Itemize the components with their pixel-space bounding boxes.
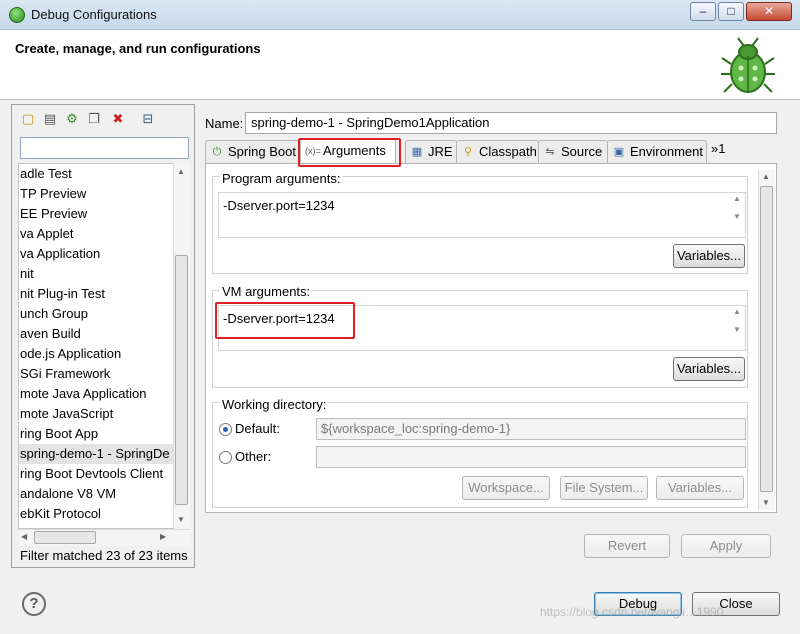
list-item[interactable]: TP Preview xyxy=(19,184,86,204)
classpath-icon: ⚲ xyxy=(463,146,473,158)
scroll-up-icon[interactable]: ▲ xyxy=(177,167,185,176)
delete-icon[interactable]: ✖ xyxy=(110,111,126,127)
spring-boot-icon: ⏻ xyxy=(212,146,222,158)
filter-input[interactable] xyxy=(20,137,189,159)
tab-environment[interactable]: ▣ Environment xyxy=(607,140,707,164)
list-item[interactable]: ring Boot App xyxy=(19,424,98,444)
other-radio[interactable] xyxy=(219,451,232,464)
tab-spring-boot[interactable]: ⏻ Spring Boot xyxy=(205,140,301,164)
name-field[interactable]: spring-demo-1 - SpringDemo1Application xyxy=(245,112,777,134)
scroll-up-icon[interactable]: ▲ xyxy=(762,172,770,181)
help-icon[interactable]: ? xyxy=(22,592,46,616)
program-arguments-scrollbar[interactable]: ▲ ▼ xyxy=(730,194,744,236)
scroll-left-icon[interactable]: ◀ xyxy=(21,532,27,541)
filter-status: Filter matched 23 of 23 items xyxy=(20,548,188,563)
working-directory-label: Working directory: xyxy=(220,397,329,412)
tab-label: Source xyxy=(561,144,603,159)
tab-classpath[interactable]: ⚲ Classpath xyxy=(456,140,539,164)
list-item[interactable]: ring Boot Devtools Client xyxy=(19,464,163,484)
configuration-list: adle Test TP Preview EE Preview va Apple… xyxy=(18,163,190,529)
other-label: Other: xyxy=(235,449,272,464)
tab-label: Spring Boot xyxy=(228,144,296,159)
default-directory-field: ${workspace_loc:spring-demo-1} xyxy=(316,418,746,440)
apply-button[interactable]: Apply xyxy=(681,534,771,558)
name-label: Name: xyxy=(205,116,244,131)
vm-arguments-highlight xyxy=(215,302,355,339)
arguments-tab-highlight xyxy=(298,138,401,167)
list-item[interactable]: va Applet xyxy=(19,224,74,244)
vm-variables-button[interactable]: Variables... xyxy=(673,357,745,381)
default-label: Default: xyxy=(235,421,280,436)
list-item[interactable]: ode.js Application xyxy=(19,344,121,364)
jre-icon: ▦ xyxy=(411,146,423,158)
more-tabs-button[interactable]: »1 xyxy=(711,141,725,156)
new-configuration-icon[interactable]: ▢ xyxy=(20,111,36,127)
minimize-button[interactable]: – xyxy=(690,2,716,21)
program-variables-button[interactable]: Variables... xyxy=(673,244,745,268)
close-window-button[interactable]: ✕ xyxy=(746,2,792,21)
workspace-button[interactable]: Workspace... xyxy=(462,476,550,500)
list-item[interactable]: mote JavaScript xyxy=(19,404,113,424)
vm-arguments-label: VM arguments: xyxy=(220,284,313,299)
list-hscroll-thumb[interactable] xyxy=(34,531,96,544)
list-item[interactable]: unch Group xyxy=(19,304,88,324)
configuration-tree-panel: ▢ ▤ ⚙ ❐ ✖ ⊟ adle Test TP Preview EE Prev… xyxy=(11,104,195,568)
tab-label: JRE xyxy=(428,144,453,159)
tab-label: Environment xyxy=(630,144,703,159)
new-prototype-icon[interactable]: ▤ xyxy=(42,111,58,127)
source-icon: ⇋ xyxy=(545,146,555,158)
program-arguments-label: Program arguments: xyxy=(220,171,343,186)
title-bar: Debug Configurations – □ ✕ xyxy=(0,0,800,30)
eclipse-debug-icon xyxy=(9,7,25,23)
list-item[interactable]: nit xyxy=(19,264,34,284)
file-system-button[interactable]: File System... xyxy=(560,476,648,500)
export-icon[interactable]: ⚙ xyxy=(64,111,80,127)
list-item[interactable]: va Application xyxy=(19,244,100,264)
list-item[interactable]: EE Preview xyxy=(19,204,87,224)
watermark: https://blog.csdn.net/wangli…1990 xyxy=(540,605,724,619)
other-directory-field[interactable] xyxy=(316,446,746,468)
duplicate-icon[interactable]: ❐ xyxy=(86,111,102,127)
list-item[interactable]: ebKit Protocol xyxy=(19,504,101,524)
program-arguments-value: -Dserver.port=1234 xyxy=(223,198,335,213)
list-item[interactable]: nit Plug-in Test xyxy=(19,284,105,304)
dialog-header: Create, manage, and run configurations xyxy=(0,30,800,100)
window-title: Debug Configurations xyxy=(31,7,157,22)
scroll-right-icon[interactable]: ▶ xyxy=(160,532,166,541)
list-item-selected[interactable]: spring-demo-1 - SpringDe xyxy=(19,444,174,464)
revert-button[interactable]: Revert xyxy=(584,534,670,558)
program-arguments-textarea[interactable]: -Dserver.port=1234 xyxy=(218,192,746,238)
scroll-down-icon[interactable]: ▼ xyxy=(762,498,770,507)
collapse-all-icon[interactable]: ⊟ xyxy=(140,111,156,127)
list-item[interactable]: mote Java Application xyxy=(19,384,146,404)
list-item[interactable]: SGi Framework xyxy=(19,364,110,384)
variables-disabled-button[interactable]: Variables... xyxy=(656,476,744,500)
default-radio[interactable] xyxy=(219,423,232,436)
tab-label: Classpath xyxy=(479,144,537,159)
tab-content-scroll-thumb[interactable] xyxy=(760,186,773,492)
tab-jre[interactable]: ▦ JRE xyxy=(405,140,457,164)
list-scroll-thumb[interactable] xyxy=(175,255,188,505)
maximize-button[interactable]: □ xyxy=(718,2,744,21)
list-item[interactable]: aven Build xyxy=(19,324,81,344)
tab-source[interactable]: ⇋ Source xyxy=(538,140,608,164)
list-item[interactable]: andalone V8 VM xyxy=(19,484,116,504)
vm-arguments-scrollbar[interactable]: ▲ ▼ xyxy=(730,307,744,349)
dialog-heading: Create, manage, and run configurations xyxy=(15,41,261,56)
debug-bug-icon xyxy=(721,37,775,93)
list-item[interactable]: adle Test xyxy=(19,164,72,184)
tab-bar: ⏻ Spring Boot (x)= Arguments ▦ JRE ⚲ Cla… xyxy=(205,139,777,165)
environment-icon: ▣ xyxy=(613,146,625,158)
scroll-down-icon[interactable]: ▼ xyxy=(177,515,185,524)
